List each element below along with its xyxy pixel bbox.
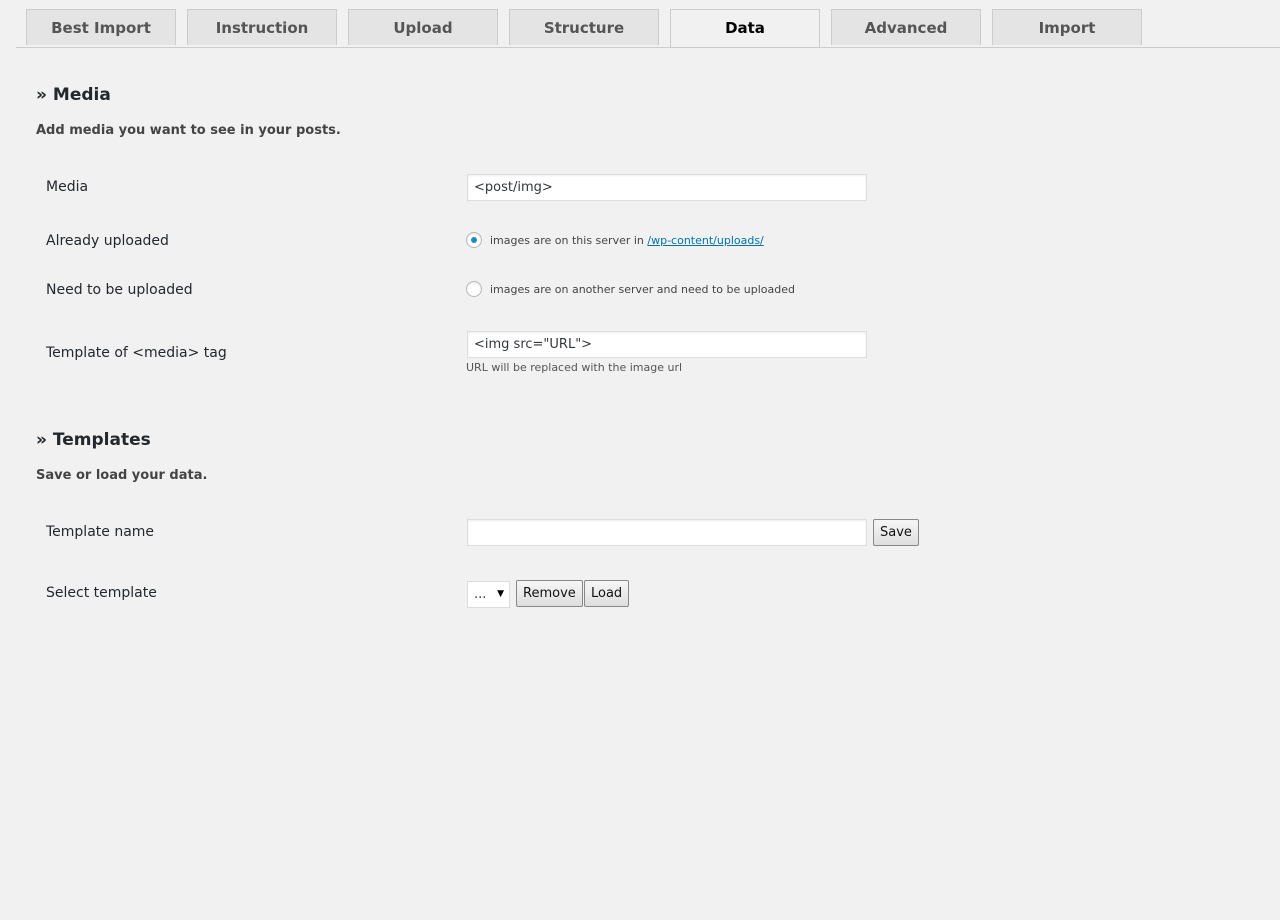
tab-structure[interactable]: Structure: [509, 9, 659, 45]
templates-section-description: Save or load your data.: [36, 468, 208, 483]
need-upload-description: images are on another server and need to…: [490, 283, 795, 296]
remove-button[interactable]: Remove: [516, 580, 583, 607]
template-select[interactable]: ... ▼: [467, 581, 510, 608]
tab-instruction[interactable]: Instruction: [187, 9, 337, 45]
media-section-title: » Media: [36, 85, 111, 105]
load-button[interactable]: Load: [584, 580, 630, 607]
already-uploaded-radio[interactable]: [466, 232, 482, 248]
select-template-label: Select template: [46, 585, 157, 601]
already-uploaded-text: images are on this server in: [490, 234, 644, 247]
tab-best-import[interactable]: Best Import: [26, 9, 176, 45]
uploads-folder-link[interactable]: /wp-content/uploads/: [647, 234, 763, 247]
dropdown-arrow-icon: ▼: [497, 589, 504, 599]
save-button[interactable]: Save: [873, 519, 919, 546]
template-tag-label: Template of <media> tag: [46, 345, 227, 361]
already-uploaded-label: Already uploaded: [46, 233, 169, 249]
need-upload-radio[interactable]: [466, 281, 482, 297]
template-tag-hint: URL will be replaced with the image url: [466, 361, 683, 374]
media-section-description: Add media you want to see in your posts.: [36, 123, 341, 138]
media-input[interactable]: [467, 174, 867, 201]
template-name-label: Template name: [46, 524, 155, 540]
media-label: Media: [46, 179, 89, 195]
tab-advanced[interactable]: Advanced: [831, 9, 981, 45]
template-select-value: ...: [474, 587, 487, 602]
templates-section-title: » Templates: [36, 430, 151, 450]
tab-bar: Best Import Instruction Upload Structure…: [16, 9, 1280, 48]
need-upload-label: Need to be uploaded: [46, 282, 193, 298]
template-name-input[interactable]: [467, 519, 867, 546]
template-tag-input[interactable]: [467, 331, 867, 358]
already-uploaded-description: images are on this server in /wp-content…: [490, 234, 764, 247]
tab-import[interactable]: Import: [992, 9, 1142, 45]
tab-data[interactable]: Data: [670, 9, 820, 47]
tab-upload[interactable]: Upload: [348, 9, 498, 45]
